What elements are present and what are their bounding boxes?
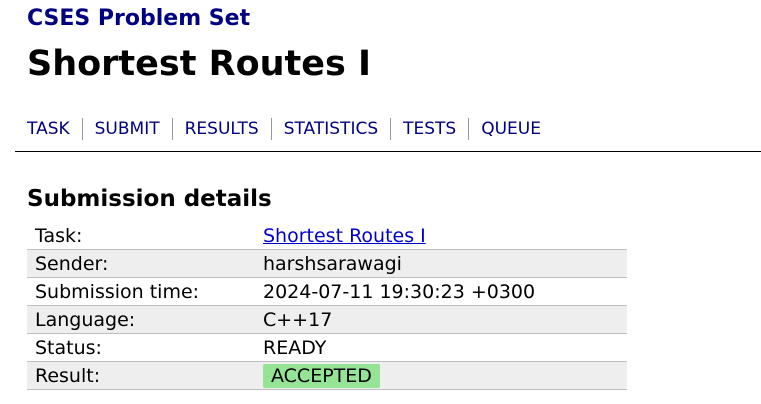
nav-tests-link[interactable]: TESTS bbox=[390, 118, 468, 140]
header-divider bbox=[15, 151, 761, 152]
status-value: READY bbox=[263, 336, 327, 359]
result-row: Result: ACCEPTED bbox=[27, 362, 627, 390]
task-value: Shortest Routes I bbox=[263, 225, 627, 247]
language-row: Language: C++17 bbox=[27, 306, 627, 334]
status-row: Status: READY bbox=[27, 334, 627, 362]
nav-task-link[interactable]: TASK bbox=[27, 118, 82, 140]
nav-results-link[interactable]: RESULTS bbox=[171, 118, 271, 140]
sender-label: Sender: bbox=[35, 252, 109, 275]
nav-submit-link[interactable]: SUBMIT bbox=[81, 118, 172, 140]
task-nav: TASK SUBMIT RESULTS STATISTICS TESTS QUE… bbox=[27, 118, 553, 140]
page-title: Shortest Routes I bbox=[27, 44, 372, 84]
sender-row: Sender: harshsarawagi bbox=[27, 250, 627, 278]
result-badge: ACCEPTED bbox=[263, 363, 380, 388]
task-row: Task: Shortest Routes I bbox=[27, 222, 627, 250]
language-value: C++17 bbox=[263, 308, 333, 331]
submission-time-label: Submission time: bbox=[35, 280, 200, 303]
status-label: Status: bbox=[35, 336, 102, 359]
submission-time-row: Submission time: 2024-07-11 19:30:23 +03… bbox=[27, 278, 627, 306]
language-label: Language: bbox=[35, 308, 136, 331]
submission-time-value: 2024-07-11 19:30:23 +0300 bbox=[263, 280, 536, 303]
nav-statistics-link[interactable]: STATISTICS bbox=[270, 118, 390, 140]
site-title-link[interactable]: CSES Problem Set bbox=[27, 5, 250, 33]
result-value: ACCEPTED bbox=[263, 363, 627, 388]
task-link[interactable]: Shortest Routes I bbox=[263, 225, 426, 247]
result-label: Result: bbox=[35, 364, 101, 387]
sender-value: harshsarawagi bbox=[263, 252, 402, 275]
submission-details-table: Task: Shortest Routes I Sender: harshsar… bbox=[27, 222, 627, 390]
nav-queue-link[interactable]: QUEUE bbox=[468, 118, 553, 140]
section-title: Submission details bbox=[27, 186, 272, 212]
task-label: Task: bbox=[35, 224, 83, 247]
